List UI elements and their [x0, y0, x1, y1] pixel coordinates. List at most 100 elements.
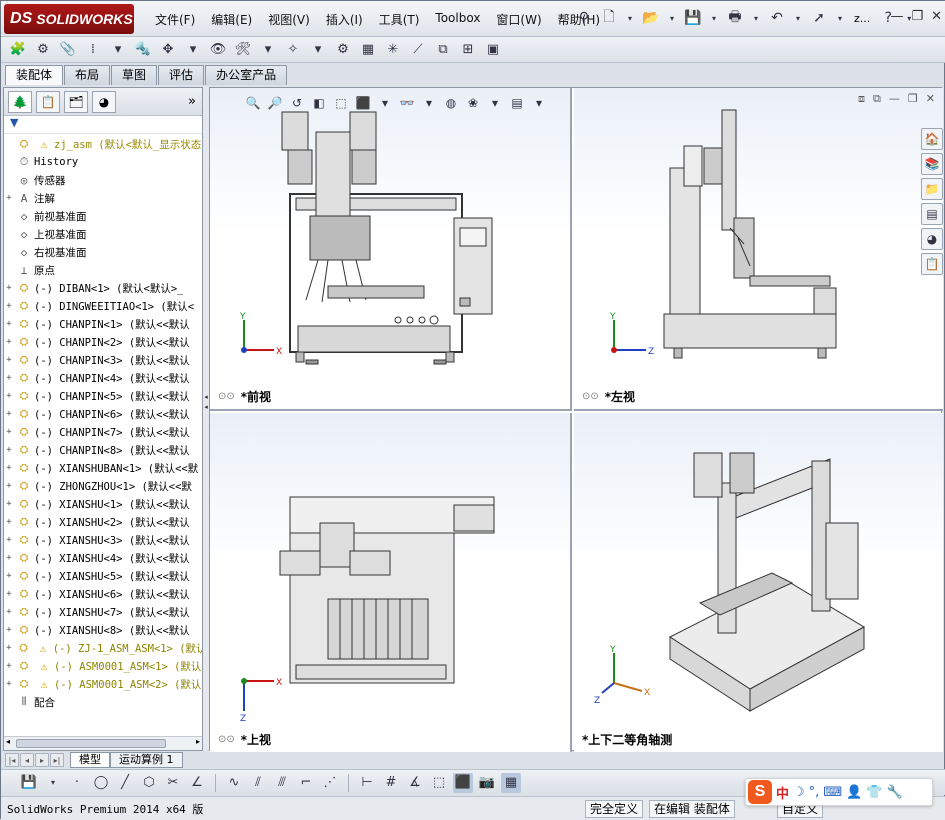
command-tab[interactable]: 布局	[64, 65, 111, 85]
command-tab[interactable]: 办公室产品	[205, 65, 288, 85]
tree-item[interactable]: + ⛭ (-) XIANSHU<7> (默认<<默认	[4, 603, 202, 621]
scrollbar-thumb[interactable]	[16, 739, 166, 748]
exploded-view-icon[interactable]: ✳	[382, 40, 404, 60]
shaded-cube-icon[interactable]: ⬛	[453, 772, 473, 793]
tree-item[interactable]: + ⛭ (-) DINGWEEITIAO<1> (默认<	[4, 297, 202, 315]
expand-toggle-icon[interactable]: +	[4, 409, 14, 419]
viewport-left[interactable]: ⧈ ⧉ — ❐ ✕ Y Z ⊙⊙ *左视 🏠 📚 📁 ▤ ◕ 📋	[574, 88, 943, 411]
solidworks-logo[interactable]: DS SOLIDWORKS	[4, 4, 134, 34]
graphics-area[interactable]: 🔍 🔎 ↺ ◧ ⬚ ⬛ ▾ 👓 ▾ ◍ ❀ ▾ ▤ ▾ Y X ⊙⊙ *前视 ⧈…	[209, 87, 943, 752]
mate-icon[interactable]: 📎	[57, 40, 79, 60]
expand-panel-icon[interactable]: »	[188, 94, 196, 109]
line-icon[interactable]: ╱	[115, 773, 135, 793]
expand-toggle-icon[interactable]: +	[4, 355, 14, 365]
chevron-down-icon[interactable]: ▾	[749, 7, 763, 29]
tree-item[interactable]: + ⛭ (-) XIANSHU<4> (默认<<默认	[4, 549, 202, 567]
punctuation-icon[interactable]: °,	[809, 785, 820, 800]
restore-icon[interactable]: ❐	[908, 92, 918, 106]
expand-toggle-icon[interactable]: +	[4, 283, 14, 293]
expand-toggle-icon[interactable]: +	[4, 661, 14, 671]
single-view-icon[interactable]: ⧈	[858, 92, 865, 106]
save-icon[interactable]: 💾	[682, 7, 704, 29]
insert-component-icon[interactable]: 🧩	[7, 40, 29, 60]
tree-item[interactable]: + ⛭ (-) CHANPIN<6> (默认<<默认	[4, 405, 202, 423]
point-icon[interactable]: ·	[67, 773, 87, 793]
clearance-verification-icon[interactable]: ⊞	[457, 40, 479, 60]
previous-view-icon[interactable]: ↺	[288, 94, 306, 112]
chevron-down-icon[interactable]: ▾	[43, 773, 63, 793]
angle-icon[interactable]: ∡	[405, 773, 425, 793]
chevron-down-icon[interactable]: ▾	[257, 40, 279, 60]
bill-of-materials-icon[interactable]: ▦	[357, 40, 379, 60]
chevron-down-icon[interactable]: ▾	[182, 40, 204, 60]
save-icon[interactable]: 💾	[19, 773, 39, 793]
tree-horizontal-scrollbar[interactable]: ◂ ▸	[4, 736, 202, 750]
new-part-icon[interactable]: ⚙	[32, 40, 54, 60]
user-icon[interactable]: 👤	[846, 785, 862, 800]
link-views-icon[interactable]: ⊙⊙	[218, 391, 235, 402]
expand-toggle-icon[interactable]: +	[4, 301, 14, 311]
centerline-icon[interactable]: ∠	[187, 773, 207, 793]
chevron-down-icon[interactable]: ▾	[376, 94, 394, 112]
chevron-down-icon[interactable]: ▾	[420, 94, 438, 112]
expand-toggle-icon[interactable]: +	[4, 391, 14, 401]
new-document-icon[interactable]: 🗋	[598, 7, 620, 29]
tree-item[interactable]: + ⛭ (-) XIANSHU<3> (默认<<默认	[4, 531, 202, 549]
scroll-right-icon[interactable]: ▸	[196, 737, 200, 746]
command-tab[interactable]: 评估	[158, 65, 205, 85]
chevron-down-icon[interactable]: ▾	[791, 7, 805, 29]
assembly-features-icon[interactable]: 🛠	[232, 40, 254, 60]
view-orientation-icon[interactable]: ⬚	[332, 94, 350, 112]
moon-icon[interactable]: ☽	[793, 785, 805, 800]
expand-toggle-icon[interactable]: +	[4, 643, 14, 653]
appearances-scenes-icon[interactable]: ◕	[921, 228, 943, 250]
ime-toolbar[interactable]: S 中 ☽ °, ⌨ 👤 👕 🔧	[745, 778, 933, 806]
view-camera-icon[interactable]: 📷	[477, 773, 497, 793]
polygon-icon[interactable]: ⬡	[139, 773, 159, 793]
expand-toggle-icon[interactable]: +	[4, 571, 14, 581]
tree-item[interactable]: + ⛭ (-) XIANSHU<1> (默认<<默认	[4, 495, 202, 513]
solidworks-resources-icon[interactable]: 🏠	[921, 128, 943, 150]
menu-item[interactable]: 视图(V)	[260, 11, 318, 28]
command-tab[interactable]: 草图	[111, 65, 158, 85]
tree-item[interactable]: ◇ 前视基准面	[4, 207, 202, 225]
open-folder-icon[interactable]: 📂	[640, 7, 662, 29]
skin-icon[interactable]: 👕	[866, 785, 882, 800]
file-explorer-icon[interactable]: 📁	[921, 178, 943, 200]
tree-item[interactable]: ◇ 右视基准面	[4, 243, 202, 261]
chevron-down-icon[interactable]: ▾	[665, 7, 679, 29]
prev-tab-icon[interactable]: ◂	[20, 753, 34, 767]
tree-item[interactable]: + ⛭ (-) CHANPIN<7> (默认<<默认	[4, 423, 202, 441]
select-arrow-icon[interactable]: ➚	[808, 7, 830, 29]
tree-item[interactable]: + ⛭ ⚠ (-) ASM0001_ASM<2> (默认	[4, 675, 202, 693]
expand-toggle-icon[interactable]: +	[4, 625, 14, 635]
grid-icon[interactable]: #	[381, 773, 401, 793]
tree-item[interactable]: + ⛭ (-) DIBAN<1> (默认<默认>_	[4, 279, 202, 297]
trim-icon[interactable]: ✂	[163, 773, 183, 793]
feature-tree-tab-icon[interactable]: 🌲	[8, 90, 32, 113]
explode-line-sketch-icon[interactable]: ⟋	[407, 40, 429, 60]
spline-icon[interactable]: ∿	[224, 773, 244, 793]
scroll-left-icon[interactable]: ◂	[6, 737, 10, 746]
show-hidden-icon[interactable]: 👁	[207, 40, 229, 60]
tree-item[interactable]: ⊥ 原点	[4, 261, 202, 279]
expand-toggle-icon[interactable]: +	[4, 373, 14, 383]
link-views-icon[interactable]: ⊙⊙	[582, 391, 599, 402]
table-icon[interactable]: ▦	[501, 772, 521, 793]
chevron-down-icon[interactable]: ▾	[623, 7, 637, 29]
tree-item[interactable]: + ⛭ (-) CHANPIN<5> (默认<<默认	[4, 387, 202, 405]
smart-fastener-icon[interactable]: 🔩	[132, 40, 154, 60]
chevron-down-icon[interactable]: ▾	[707, 7, 721, 29]
tree-item[interactable]: + ⛭ ⚠ (-) ASM0001_ASM<1> (默认	[4, 657, 202, 675]
configuration-manager-tab-icon[interactable]: 🗂	[64, 90, 88, 113]
zoom-to-fit-icon[interactable]: 🔍	[244, 94, 262, 112]
chevron-down-icon[interactable]: ▾	[307, 40, 329, 60]
tree-item[interactable]: ◎ 传感器	[4, 171, 202, 189]
tree-item[interactable]: + ⛭ (-) XIANSHU<6> (默认<<默认	[4, 585, 202, 603]
tab-model[interactable]: 模型	[70, 752, 110, 768]
next-tab-icon[interactable]: ▸	[35, 753, 49, 767]
tree-item[interactable]: ⏱ History	[4, 153, 202, 171]
tree-item[interactable]: + ⛭ (-) XIANSHU<5> (默认<<默认	[4, 567, 202, 585]
expand-toggle-icon[interactable]: +	[4, 463, 14, 473]
view-settings-icon[interactable]: ▤	[508, 94, 526, 112]
